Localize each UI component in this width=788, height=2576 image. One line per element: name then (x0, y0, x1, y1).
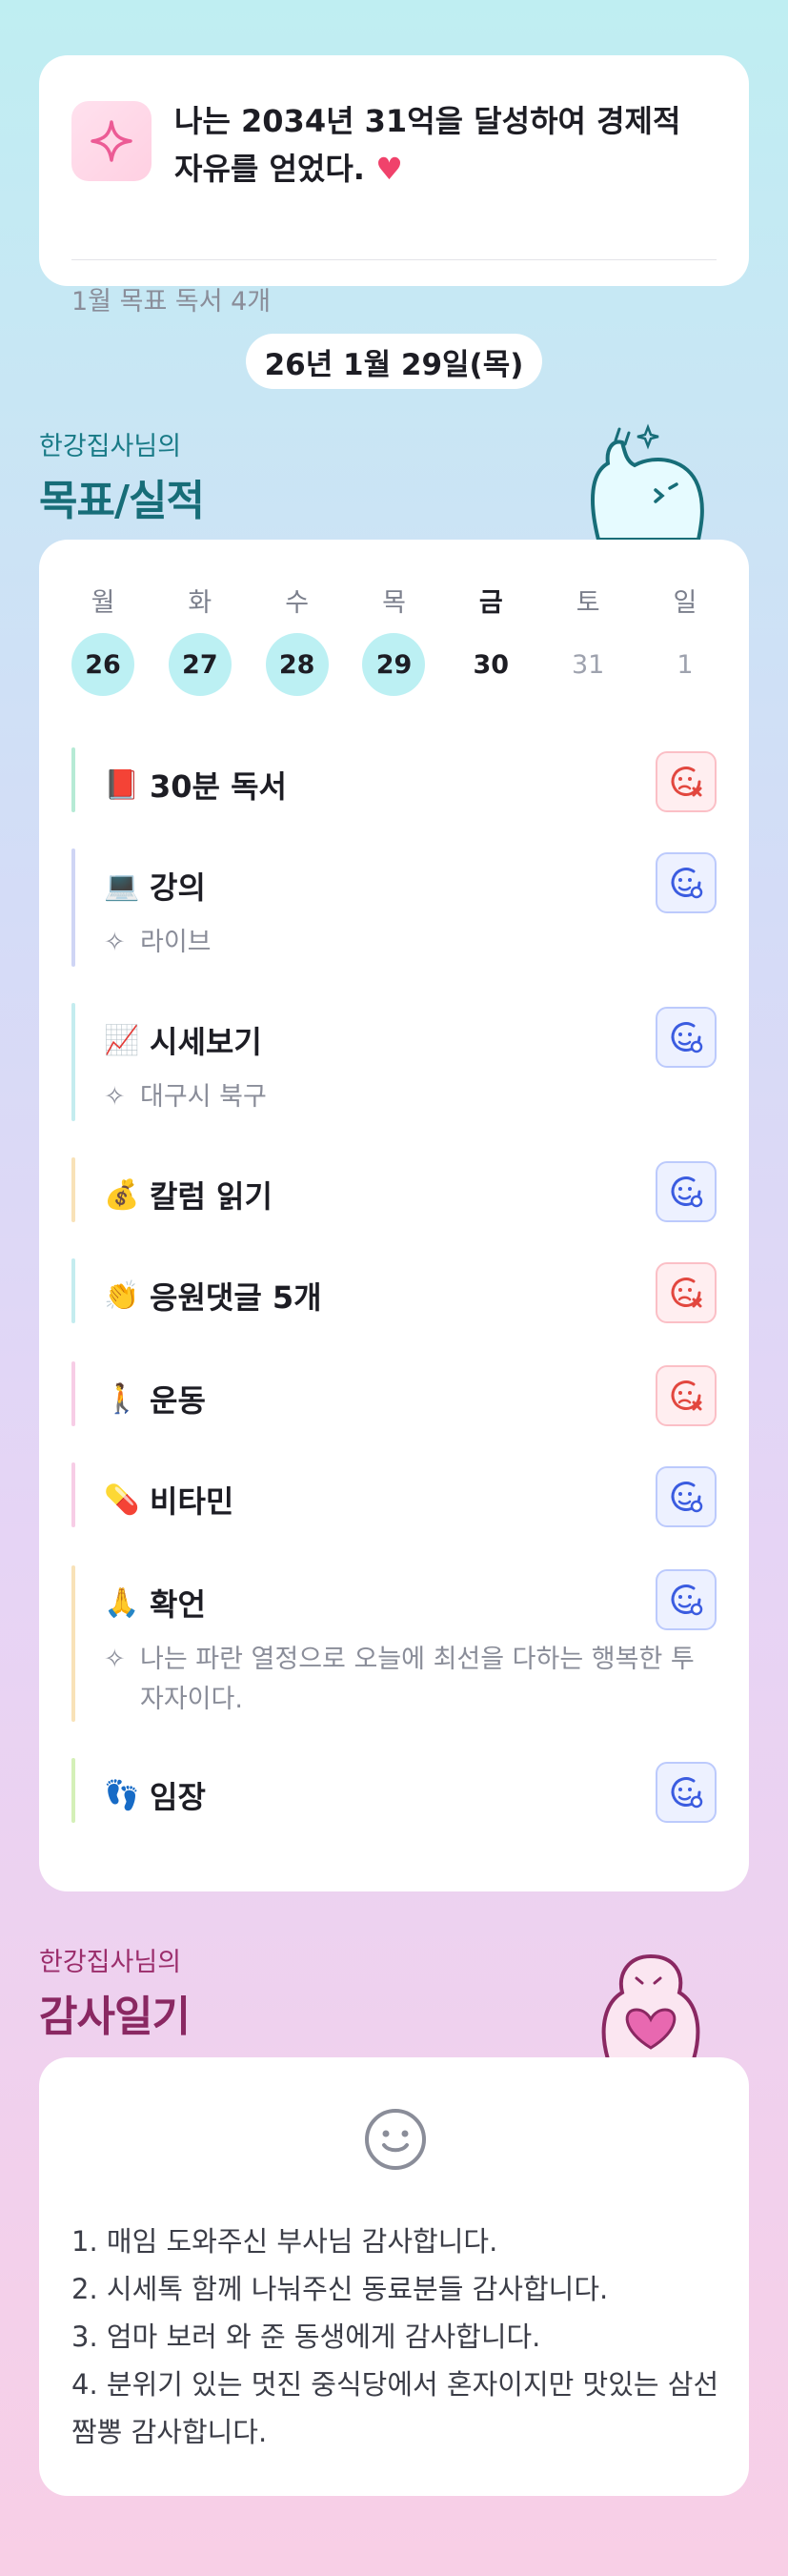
day-name: 수 (285, 588, 310, 618)
tasks-section-label: 한강집사님의 목표/실적 (39, 425, 205, 527)
day-thu[interactable]: 목 29 (362, 582, 426, 696)
section-owner: 한강집사님의 (39, 1948, 182, 1977)
fail-status-icon[interactable] (656, 1262, 717, 1323)
gratitude-list: 1. 매임 도와주신 부사님 감사합니다. 2. 시세톡 함께 나눠주신 동료분… (71, 2218, 719, 2456)
tasks-card: 월 26 화 27 수 28 목 29 금 30 토 31 일 1 📕 30분 … (39, 540, 749, 1891)
day-tue[interactable]: 화 27 (168, 582, 232, 696)
day-mon[interactable]: 월 26 (71, 582, 134, 696)
task-label: 시세보기 (150, 1024, 262, 1060)
task-item-column[interactable]: 💰 칼럼 읽기 (71, 1157, 717, 1222)
day-name: 금 (478, 588, 503, 618)
clap-icon: 👏 (104, 1278, 140, 1313)
task-bar (71, 1462, 75, 1527)
chart-icon: 📈 (104, 1023, 140, 1057)
task-item-vitamin[interactable]: 💊 비타민 (71, 1462, 717, 1527)
task-bar (71, 1361, 75, 1426)
task-bar (71, 848, 75, 967)
task-label: 강의 (150, 869, 206, 906)
sparkle-icon (71, 101, 152, 181)
date-pill[interactable]: 26년 1월 29일(목) (246, 334, 542, 389)
day-name: 토 (576, 588, 600, 618)
gratitude-card[interactable]: 1. 매임 도와주신 부사님 감사합니다. 2. 시세톡 함께 나눠주신 동료분… (39, 2057, 749, 2496)
day-number: 30 (473, 649, 510, 680)
pray-icon: 🙏 (104, 1585, 140, 1620)
ok-status-icon[interactable] (656, 852, 717, 913)
task-note: 라이브 (140, 928, 212, 957)
day-number: 27 (168, 633, 232, 696)
ok-status-icon[interactable] (656, 1007, 717, 1068)
ok-status-icon[interactable] (656, 1466, 717, 1527)
day-name: 목 (382, 588, 406, 618)
task-bar (71, 1003, 75, 1121)
task-label: 운동 (150, 1382, 206, 1419)
gratitude-item: 3. 엄마 보러 와 준 동생에게 감사합니다. (71, 2320, 541, 2353)
gratitude-item: 2. 시세톡 함께 나눠주신 동료분들 감사합니다. (71, 2273, 609, 2305)
task-label: 비타민 (150, 1483, 234, 1520)
goal-statement: 나는 2034년 31억을 달성하여 경제적 자유를 얻었다. (174, 103, 681, 187)
task-item-affirmation[interactable]: 🙏 확언 ✧ 나는 파란 열정으로 오늘에 최선을 다하는 행복한 투자자이다. (71, 1565, 717, 1722)
gratitude-section-label: 한강집사님의 감사일기 (39, 1941, 191, 2043)
task-note: 나는 파란 열정으로 오늘에 최선을 다하는 행복한 투자자이다. (140, 1645, 695, 1714)
day-wed[interactable]: 수 28 (265, 582, 329, 696)
task-label: 확언 (150, 1586, 206, 1623)
walking-icon: 🚶 (104, 1381, 140, 1416)
task-label: 30분 독서 (150, 768, 287, 805)
task-item-site-visit[interactable]: 👣 임장 (71, 1758, 717, 1823)
task-item-comments[interactable]: 👏 응원댓글 5개 (71, 1258, 717, 1323)
task-bar (71, 1565, 75, 1722)
day-fri[interactable]: 금 30 (459, 582, 522, 696)
ok-status-icon[interactable] (656, 1762, 717, 1823)
task-item-reading[interactable]: 📕 30분 독서 (71, 747, 717, 812)
ok-status-icon[interactable] (656, 1569, 717, 1630)
day-sat[interactable]: 토 31 (556, 582, 619, 696)
mascot-cheering-icon (591, 423, 704, 540)
day-name: 일 (673, 588, 697, 618)
task-label: 응원댓글 5개 (150, 1279, 322, 1316)
section-owner: 한강집사님의 (39, 432, 182, 461)
money-bag-icon: 💰 (104, 1177, 140, 1212)
task-note: 대구시 북구 (140, 1082, 267, 1112)
gratitude-item: 1. 매임 도와주신 부사님 감사합니다. (71, 2225, 498, 2258)
heart-icon: ♥ (375, 151, 403, 187)
day-number: 28 (265, 633, 329, 696)
laptop-icon: 💻 (104, 869, 140, 903)
task-bar (71, 1157, 75, 1222)
sparkle-icon: ✧ (104, 1082, 126, 1112)
day-name: 화 (188, 588, 212, 618)
sparkle-icon: ✧ (104, 1645, 126, 1674)
fail-status-icon[interactable] (656, 1365, 717, 1426)
monthly-goal: 1월 목표 독서 4개 (71, 287, 272, 317)
book-icon: 📕 (104, 767, 140, 802)
day-number: 1 (677, 649, 694, 680)
footprints-icon: 👣 (104, 1778, 140, 1812)
section-title: 목표/실적 (39, 477, 205, 525)
mascot-heart-icon (601, 1953, 700, 2059)
day-number: 29 (362, 633, 426, 696)
fail-status-icon[interactable] (656, 751, 717, 812)
goal-text: 나는 2034년 31억을 달성하여 경제적 자유를 얻었다. ♥ (174, 97, 717, 193)
task-label: 칼럼 읽기 (150, 1178, 273, 1215)
goal-card[interactable]: 나는 2034년 31억을 달성하여 경제적 자유를 얻었다. ♥ 1월 목표 … (39, 55, 749, 317)
day-name: 월 (91, 588, 115, 618)
task-bar (71, 1258, 75, 1323)
week-calendar: 월 26 화 27 수 28 목 29 금 30 토 31 일 1 (71, 582, 717, 696)
divider (71, 259, 717, 260)
sparkle-icon: ✧ (104, 928, 126, 957)
day-number: 26 (71, 633, 134, 696)
task-bar (71, 1758, 75, 1823)
ok-status-icon[interactable] (656, 1161, 717, 1222)
day-sun[interactable]: 일 1 (654, 582, 717, 696)
task-bar (71, 747, 75, 812)
pill-icon: 💊 (104, 1482, 140, 1517)
task-label: 임장 (150, 1779, 206, 1815)
task-item-exercise[interactable]: 🚶 운동 (71, 1361, 717, 1426)
gratitude-item: 4. 분위기 있는 멋진 중식당에서 혼자이지만 맛있는 삼선짬뽕 감사합니다. (71, 2368, 719, 2448)
task-item-lecture[interactable]: 💻 강의 ✧ 라이브 (71, 848, 717, 967)
smile-icon (365, 2109, 426, 2170)
day-number: 31 (571, 649, 605, 680)
task-item-price[interactable]: 📈 시세보기 ✧ 대구시 북구 (71, 1003, 717, 1121)
section-title: 감사일기 (39, 1993, 191, 2041)
